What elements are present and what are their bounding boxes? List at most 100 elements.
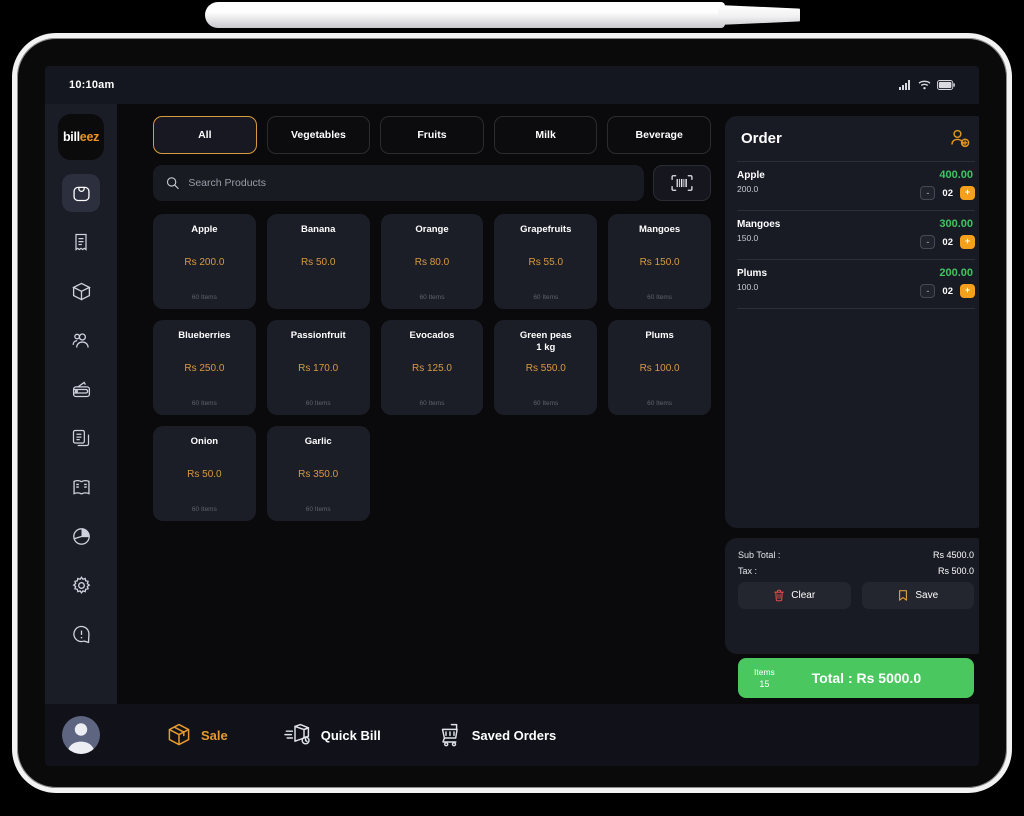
category-tab-milk[interactable]: Milk [493, 116, 598, 154]
product-card[interactable]: Apple Rs 200.0 60 Items [153, 214, 256, 309]
sidebar-item-customers[interactable] [62, 321, 100, 359]
category-tab-fruits[interactable]: Fruits [380, 116, 484, 154]
product-name: Green peas 1 kg [519, 330, 572, 353]
order-item-amount: 400.00 [939, 169, 973, 181]
package-icon [168, 723, 190, 746]
product-stock: 60 Items [419, 294, 445, 301]
category-tab-vegetables[interactable]: Vegetables [266, 116, 371, 154]
order-item-amount: 300.00 [939, 218, 973, 230]
search-input[interactable] [188, 177, 631, 189]
decrement-button[interactable]: - [920, 284, 936, 298]
barcode-scanner-icon [671, 175, 693, 191]
order-item-row: Plums 100.0 200.00 -02 + [737, 260, 975, 309]
order-item-name: Plums [737, 268, 768, 279]
quantity-stepper: -02 + [920, 284, 975, 298]
bottom-nav-label: Sale [201, 727, 228, 743]
order-item-amount: 200.00 [939, 267, 973, 279]
save-button[interactable]: Save [861, 582, 974, 609]
product-card[interactable]: Blueberries Rs 250.0 60 Items [153, 320, 256, 415]
product-price: Rs 80.0 [414, 257, 450, 268]
quantity-value: 02 [942, 187, 953, 199]
total-checkout-bar[interactable]: Items 15 Total : Rs 5000.0 [738, 658, 974, 698]
sidebar-item-ledger[interactable] [62, 468, 100, 506]
bottom-nav-sale[interactable]: Sale [166, 722, 228, 748]
trash-icon [774, 589, 785, 602]
product-card[interactable]: Grapefruits Rs 55.0 60 Items [494, 214, 598, 309]
add-customer-icon[interactable] [949, 128, 971, 150]
pie-chart-icon [72, 527, 90, 545]
product-card[interactable]: Garlic Rs 350.0 60 Items [266, 426, 370, 521]
decrement-button[interactable]: - [920, 186, 936, 200]
summary-action-row: Clear Save [738, 582, 974, 609]
sidebar-item-help[interactable] [62, 615, 100, 653]
product-price: Rs 50.0 [187, 469, 222, 480]
order-item-row: Mangoes 150.0 300.00-02 + [737, 211, 975, 260]
sidebar-item-reports[interactable] [62, 517, 100, 555]
quantity-stepper: -02 + [920, 186, 975, 200]
search-icon [166, 177, 179, 190]
sidebar-item-payments[interactable] [62, 370, 100, 408]
product-stock: 60 Items [533, 294, 559, 301]
product-price: Rs 170.0 [298, 363, 339, 374]
order-item-unit-price: 100.0 [737, 282, 759, 292]
order-item-list: Apple 200.0 400.00-02 + Mangoes 150.0 300.00-0… [725, 162, 979, 309]
decrement-button[interactable]: - [920, 235, 936, 249]
increment-button[interactable]: + [960, 186, 975, 200]
search-row [153, 165, 711, 201]
stylus-tip [718, 5, 800, 25]
left-sidebar: bill eez [45, 104, 117, 766]
category-tab-all[interactable]: All [153, 116, 257, 154]
category-tab-beverage[interactable]: Beverage [607, 116, 711, 154]
bottom-nav-saved-orders[interactable]: Saved Orders [437, 722, 556, 748]
product-stock: 60 Items [647, 294, 673, 301]
product-card[interactable]: Mangoes Rs 150.0 60 Items [608, 214, 711, 309]
quantity-value: 02 [942, 236, 953, 248]
sidebar-item-bills[interactable] [62, 223, 100, 261]
sidebar-item-documents[interactable] [62, 419, 100, 457]
increment-button[interactable]: + [960, 235, 975, 249]
bottom-bar: Sale Quick Bill Saved Orders [45, 704, 979, 766]
bottom-nav-quick-bill[interactable]: Quick Bill [284, 722, 381, 748]
increment-button[interactable]: + [960, 284, 975, 298]
product-card[interactable]: Banana Rs 50.0 [266, 214, 370, 309]
clear-button[interactable]: Clear [738, 582, 851, 609]
product-grid: Apple Rs 200.0 60 Items Banana Rs 50.0 Orange… [153, 214, 711, 521]
product-price: Rs 100.0 [639, 363, 680, 374]
package-box-icon [71, 282, 91, 301]
sidebar-item-settings[interactable] [62, 566, 100, 604]
product-name: Onion [190, 436, 219, 447]
order-item-row: Apple 200.0 400.00-02 + [737, 162, 975, 211]
product-name: Blueberries [178, 330, 231, 341]
product-card[interactable]: Onion Rs 50.0 60 Items [153, 426, 256, 521]
product-price: Rs 200.0 [184, 257, 225, 268]
product-card[interactable]: Orange Rs 80.0 60 Items [380, 214, 484, 309]
documents-icon [72, 429, 90, 447]
product-stock: 60 Items [191, 506, 217, 513]
quantity-stepper: -02 + [920, 235, 975, 249]
sidebar-item-sale[interactable] [62, 174, 100, 212]
stylus-body [205, 2, 725, 28]
search-box[interactable] [153, 165, 644, 201]
product-card[interactable]: Passionfruit Rs 170.0 60 Items [266, 320, 370, 415]
product-card[interactable]: Green peas 1 kg Rs 550.0 60 Items [494, 320, 598, 415]
sidebar-item-inventory[interactable] [62, 272, 100, 310]
product-stock: 60 Items [419, 400, 445, 407]
category-tab-bar: All Vegetables Fruits Milk Beverage [153, 116, 711, 154]
product-stock: 60 Items [305, 506, 331, 513]
bottom-nav-label: Quick Bill [320, 727, 381, 743]
signal-icon [899, 80, 910, 90]
product-card[interactable]: Plums Rs 100.0 60 Items [608, 320, 711, 415]
barcode-scan-button[interactable] [653, 165, 711, 201]
product-name: Evocados [409, 330, 455, 341]
avatar[interactable] [62, 716, 100, 754]
order-panel-header: Order [725, 116, 979, 161]
brand-logo: bill eez [58, 114, 104, 160]
product-price: Rs 50.0 [300, 257, 336, 268]
product-price: Rs 55.0 [528, 257, 564, 268]
product-name: Plums [645, 330, 674, 341]
product-card[interactable]: Evocados Rs 125.0 60 Items [380, 320, 484, 415]
wallet-icon [72, 381, 90, 397]
product-price: Rs 350.0 [298, 469, 339, 480]
product-name: Mangoes [639, 224, 681, 235]
cart-icon [441, 723, 458, 747]
